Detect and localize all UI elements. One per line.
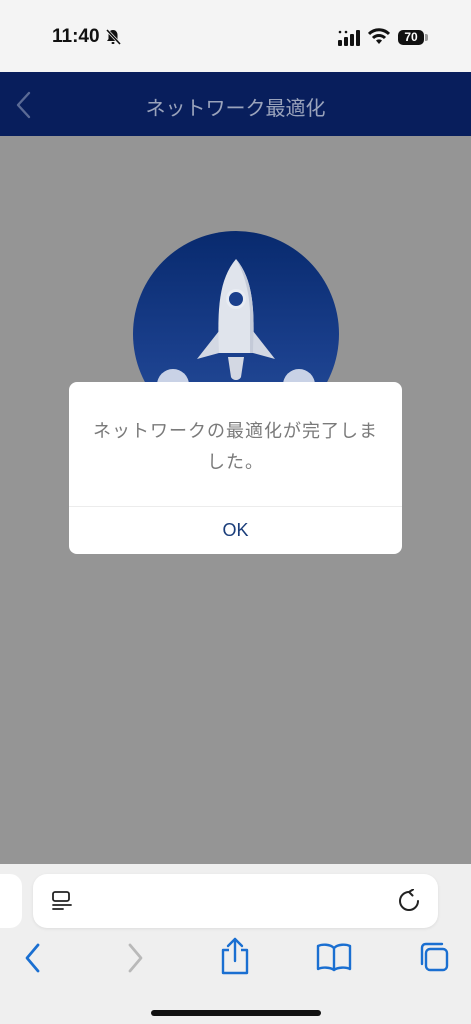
previous-tab-card[interactable] bbox=[0, 874, 22, 928]
battery-tip bbox=[425, 34, 428, 41]
page-title: ネットワーク最適化 bbox=[145, 96, 326, 120]
ok-button[interactable]: OK bbox=[69, 507, 402, 554]
home-indicator[interactable] bbox=[151, 1010, 321, 1016]
reader-mode-icon[interactable] bbox=[51, 890, 73, 912]
bell-slash-icon bbox=[105, 28, 122, 46]
share-icon[interactable] bbox=[219, 936, 251, 976]
app-header: ネットワーク最適化 bbox=[0, 72, 471, 136]
cellular-signal-icon bbox=[338, 30, 360, 46]
wifi-icon bbox=[368, 28, 390, 44]
bookmarks-icon[interactable] bbox=[316, 942, 352, 972]
status-bar: 11:40 70 bbox=[0, 0, 471, 72]
back-icon[interactable] bbox=[20, 940, 46, 976]
alert-dialog: ネットワークの最適化が完了しました。 OK bbox=[69, 382, 402, 554]
browser-bottom-bar bbox=[0, 864, 471, 1024]
status-time: 11:40 bbox=[52, 26, 100, 47]
address-bar[interactable] bbox=[33, 874, 438, 928]
forward-icon[interactable] bbox=[122, 940, 148, 976]
battery-icon: 70 bbox=[398, 30, 424, 45]
dialog-message: ネットワークの最適化が完了しました。 bbox=[93, 421, 378, 473]
reload-icon[interactable] bbox=[397, 889, 421, 913]
tabs-icon[interactable] bbox=[418, 940, 450, 974]
